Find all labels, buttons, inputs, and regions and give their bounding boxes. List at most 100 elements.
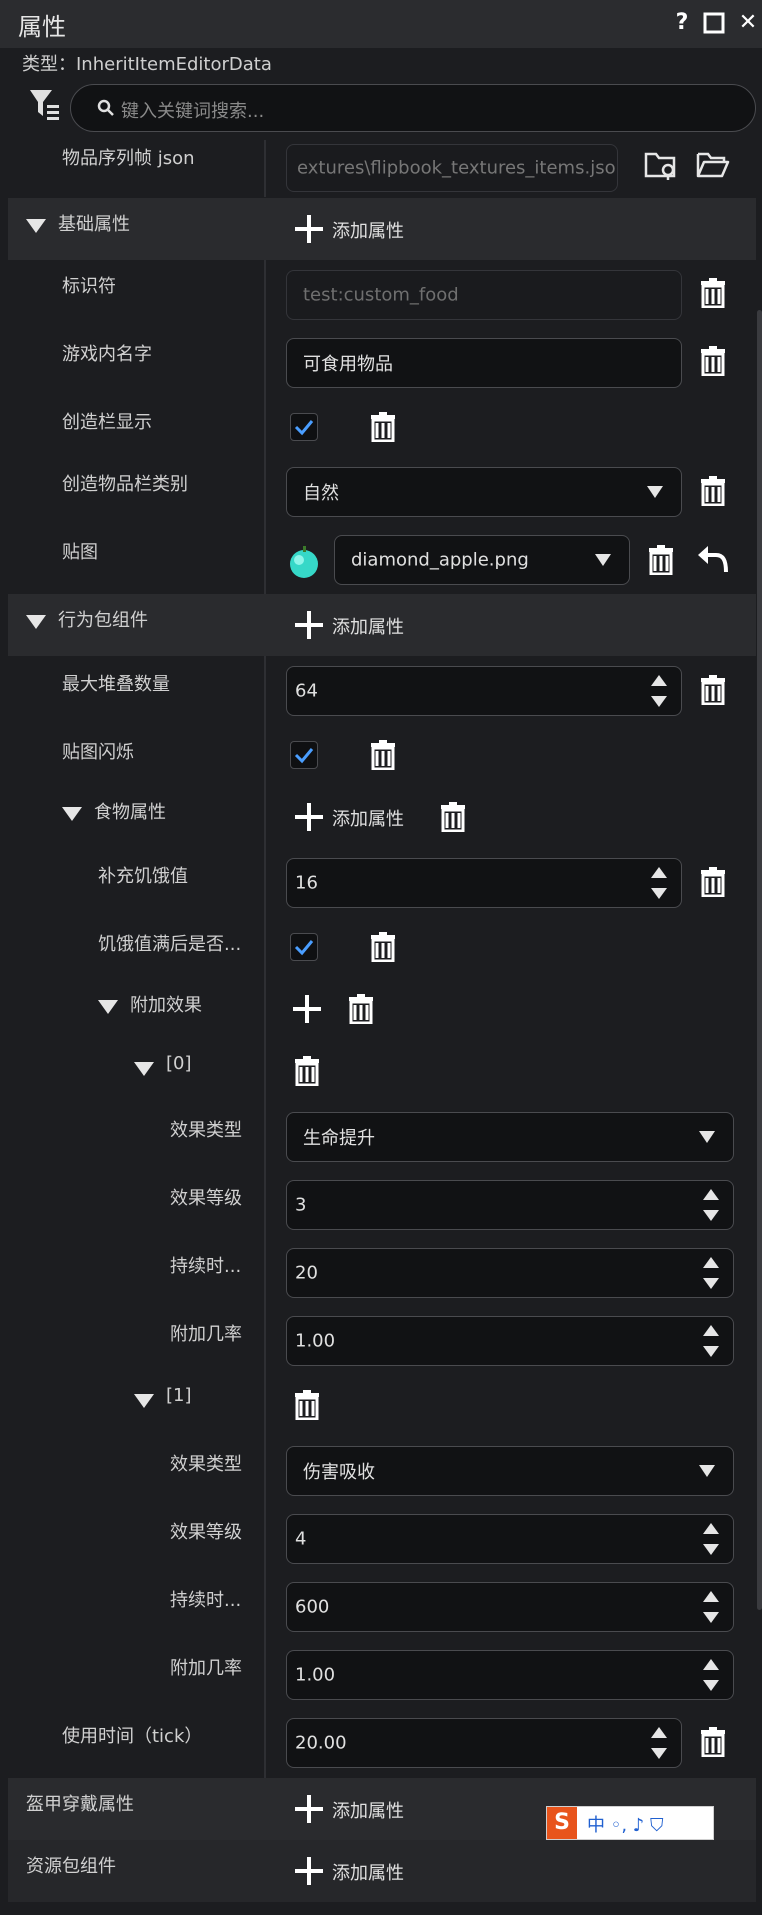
trash-icon[interactable] xyxy=(294,1390,320,1420)
add-property-button[interactable]: 添加属性 xyxy=(332,613,404,639)
plus-icon[interactable] xyxy=(294,1794,324,1824)
add-property-button[interactable]: 添加属性 xyxy=(332,217,404,243)
game-name-label: 游戏内名字 xyxy=(62,344,152,365)
add-property-button[interactable]: 添加属性 xyxy=(332,1859,404,1885)
plus-icon[interactable] xyxy=(294,214,324,244)
effect-duration-spinbox[interactable]: 600 xyxy=(286,1582,734,1632)
undo-icon[interactable] xyxy=(696,544,730,574)
effect-type-label: 效果类型 xyxy=(170,1454,242,1475)
help-button[interactable]: ? xyxy=(668,9,696,37)
trash-icon[interactable] xyxy=(370,740,396,770)
spin-arrows-icon[interactable] xyxy=(651,675,667,707)
spin-arrows-icon[interactable] xyxy=(703,1189,719,1221)
creative-show-checkbox[interactable] xyxy=(290,413,318,441)
effect-index: [1] xyxy=(166,1385,192,1406)
trash-icon[interactable] xyxy=(348,994,374,1024)
trash-icon[interactable] xyxy=(700,476,726,506)
collapse-triangle-icon[interactable] xyxy=(26,219,46,233)
spin-arrows-icon[interactable] xyxy=(703,1659,719,1691)
trash-icon[interactable] xyxy=(440,802,466,832)
effect-chance-spinbox[interactable]: 1.00 xyxy=(286,1316,734,1366)
identifier-field: test:custom_food xyxy=(286,270,682,320)
effect-type-label: 效果类型 xyxy=(170,1120,242,1141)
close-button[interactable]: ✕ xyxy=(734,9,762,37)
trash-icon[interactable] xyxy=(700,346,726,376)
chevron-down-icon xyxy=(595,554,611,566)
filter-icon[interactable] xyxy=(28,88,62,122)
effect-level-spinbox[interactable]: 4 xyxy=(286,1514,734,1564)
effects-header: 附加效果 xyxy=(130,995,202,1016)
add-property-button[interactable]: 添加属性 xyxy=(332,1797,404,1823)
scrollbar[interactable] xyxy=(757,310,762,1610)
creative-category-select[interactable]: 自然 xyxy=(286,467,682,517)
search-input[interactable]: 键入关键词搜索... xyxy=(121,97,264,123)
add-property-button[interactable]: 添加属性 xyxy=(332,805,404,831)
column-divider xyxy=(264,259,266,594)
trash-icon[interactable] xyxy=(700,867,726,897)
trash-icon[interactable] xyxy=(700,278,726,308)
effect-duration-spinbox[interactable]: 20 xyxy=(286,1248,734,1298)
spin-arrows-icon[interactable] xyxy=(703,1325,719,1357)
glint-label: 贴图闪烁 xyxy=(62,742,134,763)
collapse-triangle-icon[interactable] xyxy=(134,1062,154,1076)
collapse-triangle-icon[interactable] xyxy=(62,807,82,821)
spin-arrows-icon[interactable] xyxy=(703,1523,719,1555)
folder-locate-icon[interactable] xyxy=(644,148,678,182)
nutrition-spinbox[interactable]: 16 xyxy=(286,858,682,908)
collapse-triangle-icon[interactable] xyxy=(98,1000,118,1014)
trash-icon[interactable] xyxy=(370,932,396,962)
effect-chance-spinbox[interactable]: 1.00 xyxy=(286,1650,734,1700)
nutrition-label: 补充饥饿值 xyxy=(98,866,188,887)
texture-select[interactable]: diamond_apple.png xyxy=(334,535,630,585)
search-box[interactable]: 键入关键词搜索... xyxy=(70,84,756,132)
spin-arrows-icon[interactable] xyxy=(651,1727,667,1759)
check-icon xyxy=(294,420,314,436)
max-stack-spinbox[interactable]: 64 xyxy=(286,666,682,716)
diamond-apple-icon xyxy=(290,546,318,578)
title-bar xyxy=(0,0,762,48)
trash-icon[interactable] xyxy=(294,1056,320,1086)
food-header: 食物属性 xyxy=(94,802,166,823)
spin-arrows-icon[interactable] xyxy=(703,1591,719,1623)
ime-toolbar[interactable]: S 中 ◦, ♪ ⛉ xyxy=(546,1806,714,1840)
ime-status: 中 ◦, ♪ ⛉ xyxy=(587,1815,664,1836)
game-name-input[interactable]: 可食用物品 xyxy=(286,338,682,388)
section-behavior-title: 行为包组件 xyxy=(58,610,148,631)
plus-icon[interactable] xyxy=(292,994,322,1024)
trash-icon[interactable] xyxy=(700,1727,726,1757)
check-icon xyxy=(294,940,314,956)
effect-level-label: 效果等级 xyxy=(170,1188,242,1209)
plus-icon[interactable] xyxy=(294,1856,324,1886)
collapse-triangle-icon[interactable] xyxy=(134,1394,154,1408)
type-line: 类型：InheritItemEditorData xyxy=(22,54,272,75)
chevron-down-icon xyxy=(699,1131,715,1143)
max-stack-label: 最大堆叠数量 xyxy=(62,674,170,695)
glint-checkbox[interactable] xyxy=(290,741,318,769)
chevron-down-icon xyxy=(647,486,663,498)
folder-open-icon[interactable] xyxy=(696,148,730,182)
column-divider xyxy=(264,656,266,1778)
effect-level-spinbox[interactable]: 3 xyxy=(286,1180,734,1230)
spin-arrows-icon[interactable] xyxy=(651,867,667,899)
section-armor-title: 盔甲穿戴属性 xyxy=(26,1794,134,1815)
search-icon xyxy=(97,99,114,116)
trash-icon[interactable] xyxy=(370,412,396,442)
section-resource-title: 资源包组件 xyxy=(26,1856,116,1877)
chevron-down-icon xyxy=(699,1465,715,1477)
trash-icon[interactable] xyxy=(648,545,674,575)
texture-label: 贴图 xyxy=(62,542,98,563)
trash-icon[interactable] xyxy=(700,675,726,705)
spin-arrows-icon[interactable] xyxy=(703,1257,719,1289)
effect-type-select[interactable]: 生命提升 xyxy=(286,1112,734,1162)
always-eat-checkbox[interactable] xyxy=(290,933,318,961)
plus-icon[interactable] xyxy=(294,610,324,640)
effect-level-label: 效果等级 xyxy=(170,1522,242,1543)
maximize-button[interactable] xyxy=(700,9,728,37)
section-basic-title: 基础属性 xyxy=(58,214,130,235)
effect-duration-label: 持续时... xyxy=(170,1256,242,1277)
effect-type-select[interactable]: 伤害吸收 xyxy=(286,1446,734,1496)
plus-icon[interactable] xyxy=(294,802,324,832)
collapse-triangle-icon[interactable] xyxy=(26,615,46,629)
use-time-spinbox[interactable]: 20.00 xyxy=(286,1718,682,1768)
flipbook-field: extures\flipbook_textures_items.json xyxy=(286,144,618,192)
